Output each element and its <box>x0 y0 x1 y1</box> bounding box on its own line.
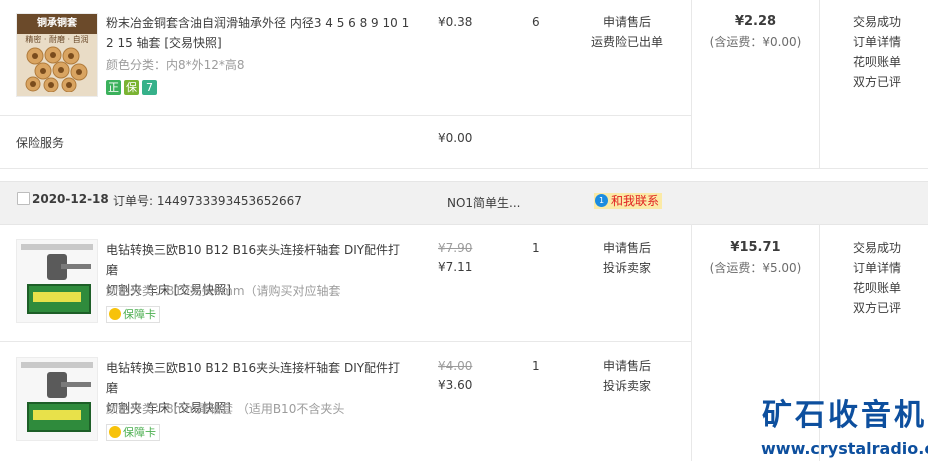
huabei-bill-link[interactable]: 花呗账单 <box>853 278 901 298</box>
thumb-label: 铜承铜套 <box>17 14 97 34</box>
guarantee-icon <box>109 308 121 320</box>
variant-text: 颜色分类：B10夹头6mm（请购买对应轴套 <box>106 284 341 298</box>
contact-label: 和我联系 <box>611 194 660 208</box>
original-price: ¥4.00 <box>438 359 473 373</box>
item-actions: 申请售后 投诉卖家 <box>584 238 670 278</box>
box-label <box>33 410 81 420</box>
seven-day-return-badge-icon[interactable]: 7 <box>142 80 157 95</box>
divider <box>819 0 820 168</box>
huabei-bill-link[interactable]: 花呗账单 <box>853 52 901 72</box>
box-label <box>33 292 81 302</box>
both-reviewed-link[interactable]: 双方已评 <box>853 298 901 318</box>
unit-price: ¥3.60 <box>438 378 473 392</box>
divider <box>0 341 691 342</box>
product-title-line1[interactable]: 电钻转换三欧B10 B12 B16夹头连接杆轴套 DIY配件打磨 <box>106 240 411 280</box>
service-badges: 正保7 <box>106 80 160 95</box>
shipping-fee: (含运费：¥5.00) <box>709 261 802 275</box>
product-thumbnail[interactable]: 铜承铜套 精密 · 耐磨 · 自润 <box>16 13 98 97</box>
shop-name-link[interactable]: NO1简单生... <box>447 194 521 211</box>
trade-success-status: 交易成功 <box>853 241 902 255</box>
guarantee-icon <box>109 426 121 438</box>
trade-success-status: 交易成功 <box>853 15 902 29</box>
chat-bubble-icon: 1 <box>595 194 608 207</box>
order-date: 2020-12-18 <box>32 192 109 206</box>
bushing-image <box>25 46 88 92</box>
quantity: 6 <box>532 15 540 29</box>
order-details-link[interactable]: 订单详情 <box>853 32 901 52</box>
order-details-link[interactable]: 订单详情 <box>853 258 901 278</box>
request-after-sale-link[interactable]: 申请售后 <box>584 356 670 376</box>
variant-text: 颜色分类：8mm尾轴套 （适用B10不含夹头 <box>106 402 345 416</box>
site-watermark-url: www.crystalradio.cn <box>761 439 928 458</box>
guarantee-card-badge[interactable]: 保障卡 <box>106 306 160 323</box>
product-thumbnail[interactable] <box>16 239 98 323</box>
quantity: 1 <box>532 359 540 373</box>
product-title[interactable]: 粉末冶金铜套含油自润滑轴承外径 内径3 4 5 6 8 9 10 1 2 15 … <box>106 13 411 53</box>
insurance-label: 保险服务 <box>16 136 65 150</box>
product-title-line1[interactable]: 粉末冶金铜套含油自润滑轴承外径 内径3 4 5 6 8 9 10 1 <box>106 13 411 33</box>
shipping-fee: (含运费：¥0.00) <box>709 35 802 49</box>
product-title-line2[interactable]: 2 15 轴套 [交易快照] <box>106 33 411 53</box>
shaft-image <box>61 382 91 387</box>
shipping-insurance-status: 运费险已出单 <box>590 35 663 49</box>
unit-price: ¥7.11 <box>438 260 473 274</box>
total-amount: ¥15.71 <box>730 240 781 255</box>
order-status-links: 交易成功 订单详情 花呗账单 双方已评 <box>853 238 901 318</box>
insurance-price: ¥0.00 <box>438 131 473 145</box>
order-status-links: 交易成功 订单详情 花呗账单 双方已评 <box>853 12 901 92</box>
guarantee-card-badge[interactable]: 保障卡 <box>106 424 160 441</box>
item-actions: 申请售后 投诉卖家 <box>584 356 670 396</box>
order-total: ¥2.28 (含运费：¥0.00) <box>692 12 819 52</box>
complain-seller-link[interactable]: 投诉卖家 <box>584 258 670 278</box>
order-select-checkbox[interactable] <box>17 192 30 205</box>
thumb-header <box>21 244 93 250</box>
order-number: 订单号: 1449733393453652667 <box>113 194 302 208</box>
contact-seller-button[interactable]: 1 和我联系 <box>594 193 663 209</box>
original-price: ¥7.90 <box>438 241 473 255</box>
site-watermark-title: 矿石收音机 <box>762 398 927 433</box>
unit-price: ¥0.38 <box>438 15 473 29</box>
complain-seller-link[interactable]: 投诉卖家 <box>584 376 670 396</box>
divider <box>0 115 691 116</box>
request-after-sale-link[interactable]: 申请售后 <box>584 238 670 258</box>
both-reviewed-link[interactable]: 双方已评 <box>853 72 901 92</box>
thumb-header <box>21 362 93 368</box>
quantity: 1 <box>532 241 540 255</box>
product-thumbnail[interactable] <box>16 357 98 441</box>
genuine-badge-icon[interactable]: 正 <box>106 80 121 95</box>
order-total: ¥15.71 (含运费：¥5.00) <box>692 238 819 278</box>
guarantee-label: 保障卡 <box>123 426 156 439</box>
total-amount: ¥2.28 <box>734 14 777 29</box>
divider <box>0 168 928 169</box>
product-title-line1[interactable]: 电钻转换三欧B10 B12 B16夹头连接杆轴套 DIY配件打磨 <box>106 358 411 398</box>
shaft-image <box>61 264 91 269</box>
variant-text: 颜色分类：内8*外12*高8 <box>106 58 245 72</box>
item-actions: 申请售后 运费险已出单 <box>584 12 670 52</box>
request-after-sale-link[interactable]: 申请售后 <box>584 12 670 32</box>
guarantee-badge-icon[interactable]: 保 <box>124 80 139 95</box>
guarantee-label: 保障卡 <box>123 308 156 321</box>
thumb-sub: 精密 · 耐磨 · 自润 <box>25 35 89 44</box>
